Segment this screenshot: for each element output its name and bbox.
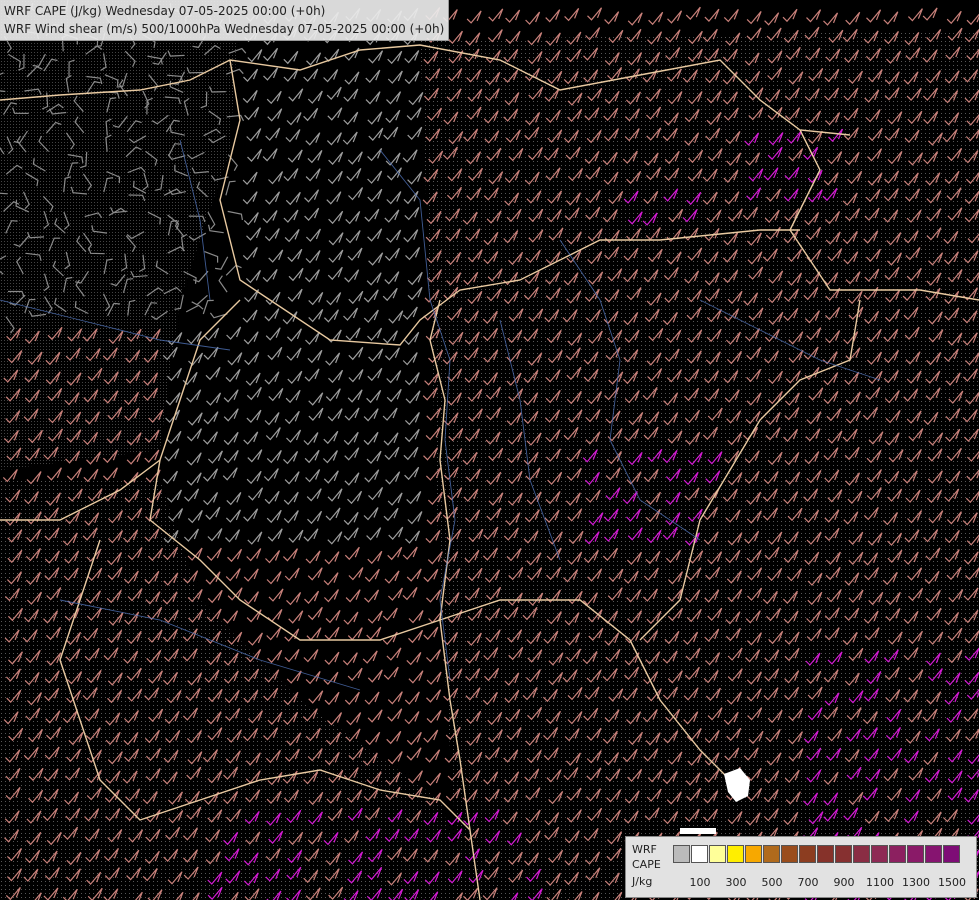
legend-swatch <box>727 845 744 863</box>
legend-tick-label: 700 <box>797 876 819 889</box>
legend-swatch <box>763 845 780 863</box>
legend-swatch <box>907 845 924 863</box>
legend-tick-label: 100 <box>689 876 711 889</box>
legend-swatch <box>853 845 870 863</box>
legend-swatch <box>709 845 726 863</box>
legend-swatch <box>943 845 960 863</box>
legend-swatch <box>871 845 888 863</box>
legend-swatch <box>835 845 852 863</box>
legend-swatch <box>817 845 834 863</box>
legend-tick-labels: 100 300 500 700 900 1100 1300 1500 <box>673 876 973 890</box>
legend-variable-label: CAPE <box>632 858 661 871</box>
weather-map <box>0 0 979 900</box>
legend-swatch <box>925 845 942 863</box>
cape-legend: WRF CAPE J/kg 100 300 500 700 900 1100 1300 150… <box>625 836 977 898</box>
legend-swatch <box>889 845 906 863</box>
legend-tick-label: 500 <box>761 876 783 889</box>
legend-tick-label: 900 <box>833 876 855 889</box>
legend-tick-label: 300 <box>725 876 747 889</box>
legend-tick-label: 1300 <box>902 876 930 889</box>
legend-color-scale <box>673 845 961 863</box>
legend-swatch <box>691 845 708 863</box>
legend-tick-label: 1100 <box>866 876 894 889</box>
dotted-region-east <box>0 0 979 900</box>
legend-model-label: WRF <box>632 843 657 856</box>
legend-swatch <box>673 845 690 863</box>
title-box: WRF CAPE (J/kg) Wednesday 07-05-2025 00:… <box>0 0 450 41</box>
legend-swatch <box>799 845 816 863</box>
cape-title: WRF CAPE (J/kg) Wednesday 07-05-2025 00:… <box>4 4 326 18</box>
shear-title: WRF Wind shear (m/s) 500/1000hPa Wednesd… <box>4 22 445 36</box>
legend-tick-label: 1500 <box>938 876 966 889</box>
legend-swatch <box>745 845 762 863</box>
legend-unit-label: J/kg <box>632 875 653 888</box>
legend-swatch <box>781 845 798 863</box>
